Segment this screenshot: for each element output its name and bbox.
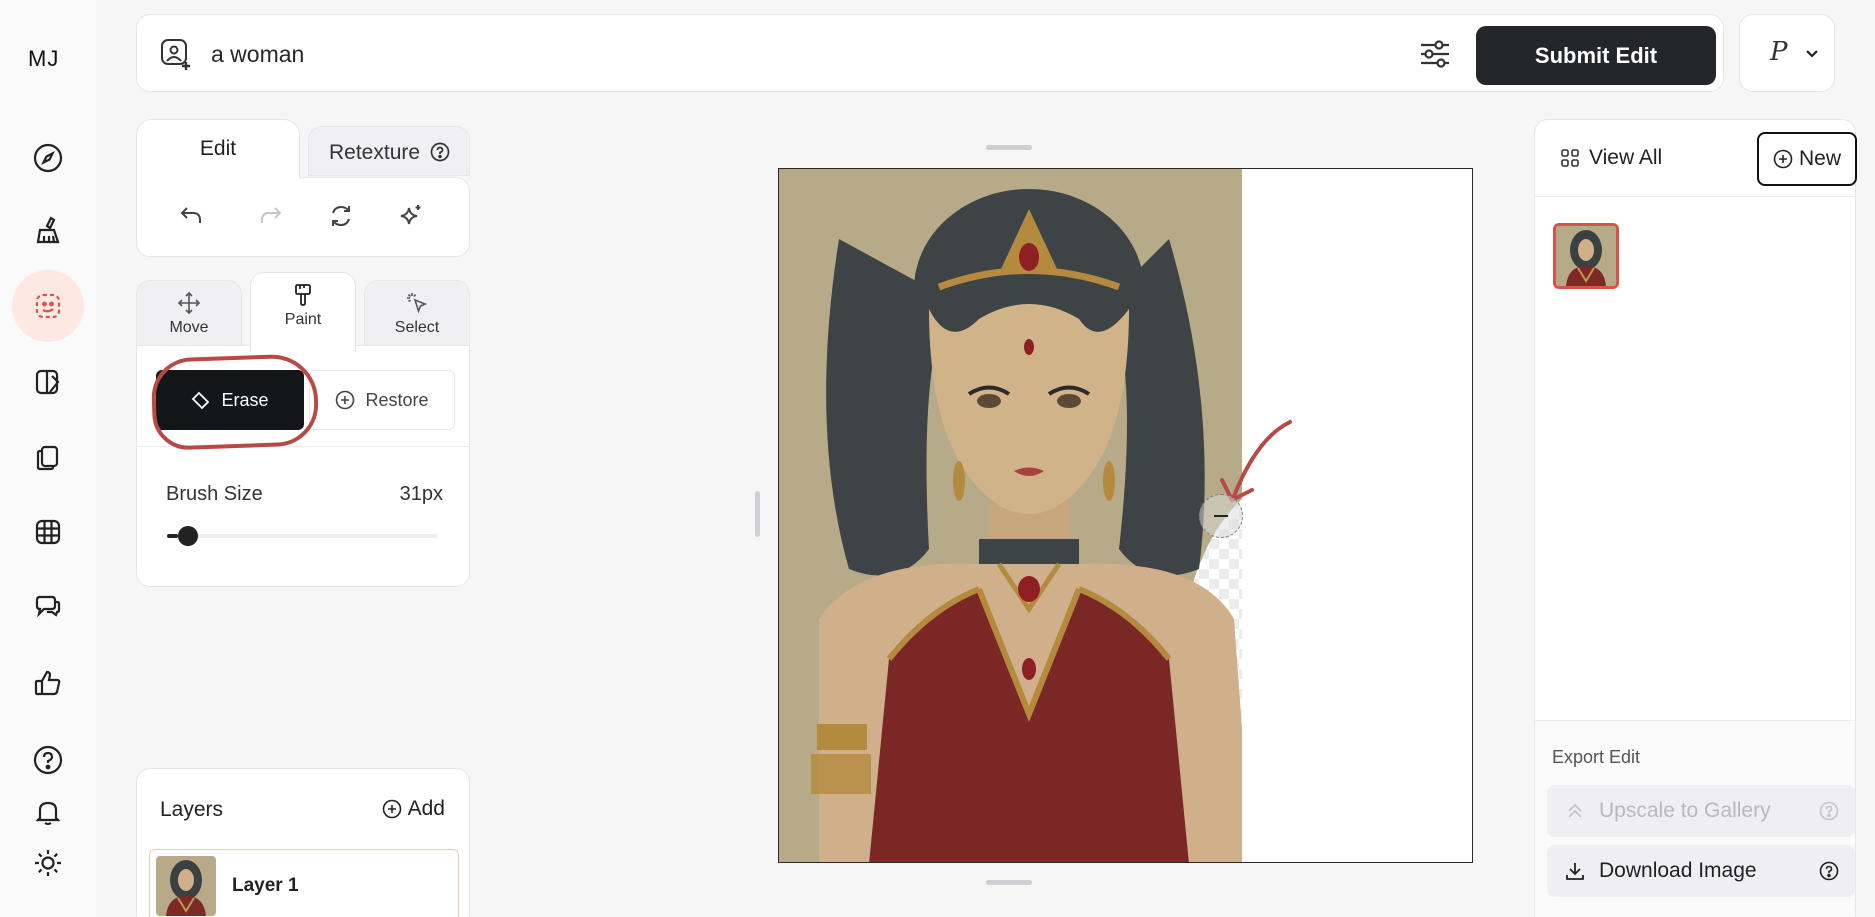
download-icon (1566, 863, 1584, 880)
mode-tab-move[interactable]: Move (136, 280, 242, 350)
organize-nav[interactable] (12, 346, 84, 418)
restore-label: Restore (365, 389, 429, 410)
plus-circle-icon (382, 799, 401, 819)
edit-tools (136, 177, 470, 257)
new-label: New (1798, 147, 1841, 170)
mode-tab-paint-label: Paint (284, 311, 322, 328)
profile-menu-button[interactable]: P (1739, 14, 1835, 92)
history-thumbnail[interactable] (1553, 223, 1619, 289)
canvas-top-handle[interactable] (986, 145, 1032, 150)
view-all-button[interactable]: View All (1561, 146, 1662, 170)
tab-retexture[interactable]: Retexture (308, 126, 470, 176)
paint-palette-icon (35, 369, 60, 395)
edit-nav[interactable] (12, 270, 84, 342)
export-section: Export Edit Upscale to Gallery Download … (1535, 720, 1855, 917)
new-edit-button[interactable]: New (1757, 132, 1857, 186)
restore-button[interactable]: Restore (309, 370, 455, 430)
settings-sliders-icon[interactable] (1417, 36, 1453, 72)
help-circle-icon[interactable] (1819, 861, 1839, 881)
left-rail: MJ (0, 0, 96, 917)
layer-name: Layer 1 (232, 875, 299, 896)
divider (1535, 196, 1855, 197)
brush-size-slider[interactable] (167, 526, 437, 546)
grid-icon (1561, 149, 1579, 167)
prompt-bar: a woman Submit Edit (136, 14, 1724, 92)
upscale-to-gallery-button[interactable]: Upscale to Gallery (1547, 785, 1855, 837)
select-icon (407, 293, 428, 314)
prompt-input[interactable]: a woman (211, 41, 304, 68)
reset-icon[interactable] (327, 202, 355, 230)
sun-icon (35, 850, 61, 876)
personalize-nav[interactable] (12, 422, 84, 494)
profile-initial: P (1770, 37, 1788, 67)
chevrons-up-icon (1568, 803, 1582, 818)
mode-tab-select-label: Select (394, 319, 440, 336)
layer-row[interactable]: Layer 1 (149, 849, 459, 917)
brush-size-value: 31px (399, 483, 443, 505)
layers-title: Layers (160, 798, 224, 821)
explore-nav[interactable] (12, 122, 84, 194)
create-nav[interactable] (12, 194, 84, 266)
add-image-icon[interactable] (159, 37, 193, 71)
help-circle-icon[interactable] (430, 142, 450, 162)
download-image-button[interactable]: Download Image (1547, 845, 1855, 897)
brush-size-thumb[interactable] (177, 526, 198, 546)
brush-icon (36, 216, 60, 244)
copy-icon (36, 445, 59, 471)
canvas-image (779, 169, 1472, 862)
move-icon (177, 291, 201, 315)
chat-nav[interactable] (12, 570, 84, 642)
chevron-down-icon (1806, 50, 1818, 58)
layer-thumbnail (156, 856, 216, 916)
theme-toggle[interactable] (12, 827, 84, 899)
edit-canvas[interactable] (778, 168, 1473, 863)
brush-cursor (1199, 494, 1243, 538)
submit-edit-button[interactable]: Submit Edit (1476, 26, 1716, 85)
compass-icon (33, 143, 63, 173)
tab-retexture-label: Retexture (329, 141, 421, 164)
likes-nav[interactable] (12, 647, 84, 719)
tab-edit[interactable]: Edit (136, 119, 300, 179)
rooms-nav[interactable] (12, 496, 84, 568)
annotation-circle (150, 353, 320, 451)
brush-size-label: Brush Size (166, 483, 263, 505)
help-circle-icon[interactable] (1819, 801, 1839, 821)
help-icon (33, 745, 63, 775)
grid-icon (35, 519, 61, 545)
add-layer-label: Add (407, 797, 445, 820)
mode-tab-move-label: Move (169, 319, 209, 336)
redo-icon[interactable] (257, 202, 285, 230)
edit-icon (35, 293, 61, 319)
view-all-label: View All (1589, 146, 1663, 169)
paint-icon (295, 284, 311, 306)
undo-icon[interactable] (177, 202, 205, 230)
upscale-label: Upscale to Gallery (1599, 799, 1771, 822)
mode-tab-paint[interactable]: Paint (250, 272, 356, 352)
export-title: Export Edit (1552, 747, 1641, 767)
add-layer-button[interactable]: Add (382, 797, 445, 821)
download-label: Download Image (1599, 859, 1757, 882)
history-panel: View All New Export Edit Upscale to Gall… (1534, 119, 1857, 917)
sparkle-icon[interactable] (397, 202, 425, 230)
bell-icon (35, 801, 61, 826)
annotation-arrow (1220, 420, 1292, 503)
app-logo[interactable]: MJ (28, 46, 59, 72)
brush-size-fill (167, 534, 178, 538)
canvas-left-handle[interactable] (755, 491, 760, 537)
layers-panel: Layers Add Layer 1 (136, 768, 470, 917)
chat-icon (35, 595, 61, 618)
mode-tab-select[interactable]: Select (364, 280, 470, 350)
canvas-bottom-handle[interactable] (986, 880, 1032, 885)
plus-circle-icon (336, 390, 355, 410)
thumbs-up-icon (34, 670, 61, 696)
plus-circle-icon (1773, 149, 1793, 169)
